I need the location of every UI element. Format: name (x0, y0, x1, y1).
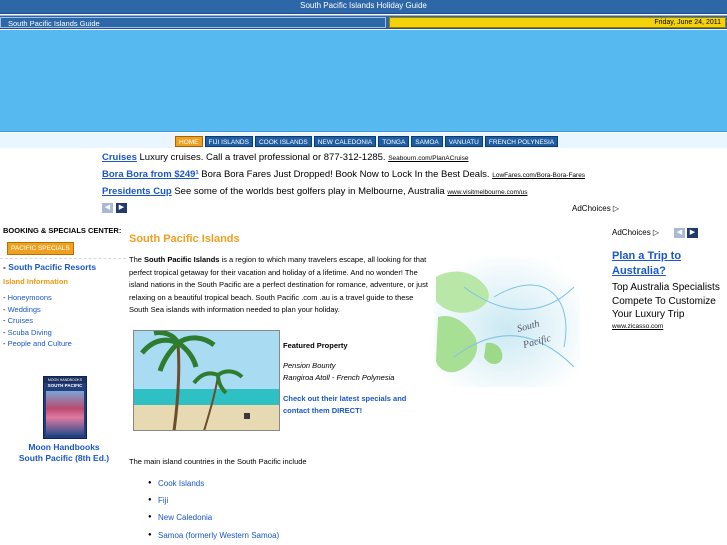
ad-text: Luxury cruises. Call a travel profession… (139, 152, 386, 163)
book-caption-link[interactable]: Moon Handbooks South Pacific (8th Ed.) (0, 442, 128, 464)
nav-samoa[interactable]: SAMOA (411, 136, 443, 147)
featured-property-title: Featured Property (283, 341, 348, 350)
book-cover-title: SOUTH PACIFIC (47, 383, 83, 388)
ad-line: Presidents Cup See some of the worlds be… (102, 185, 702, 202)
top-ad-arrows: ◀ ▶ (102, 203, 127, 213)
ad-url[interactable]: www.visitmelbourne.com/us (447, 189, 527, 196)
nav-cook-islands[interactable]: COOK ISLANDS (254, 136, 312, 147)
south-pacific-map: South Pacific (434, 257, 580, 387)
nav-french-polynesia[interactable]: FRENCH POLYNESIA (484, 136, 559, 147)
featured-property: Featured Property Pension Bounty Rangiro… (283, 340, 433, 417)
left-sidebar: BOOKING & SPECIALS CENTER: PACIFIC SPECI… (0, 226, 126, 463)
map-graphic: South Pacific (434, 257, 580, 387)
site-name: South Pacific Islands Guide (0, 17, 386, 28)
right-ad-arrows: ◀ ▶ (674, 228, 698, 238)
intro-paragraph: The South Pacific Islands is a region to… (129, 254, 429, 317)
date-display: Friday, June 24, 2011 (389, 17, 726, 28)
south-pacific-resorts-link[interactable]: - South Pacific Resorts (0, 262, 126, 272)
countries-intro: The main island countries in the South P… (129, 457, 307, 466)
island-info-links: - Honeymoons - Weddings - Cruises - Scub… (0, 292, 126, 350)
ad-url[interactable]: Seabourn.com/PlanACruise (388, 155, 468, 162)
ad-text: See some of the worlds best golfers play… (174, 186, 445, 197)
sidebar-item-weddings[interactable]: - Weddings (0, 304, 126, 316)
island-information-heading: Island Information (3, 277, 69, 286)
intro-pre: The (129, 255, 145, 264)
sub-header-bar: South Pacific Islands Guide Friday, June… (0, 15, 727, 29)
ad-line: Cruises Luxury cruises. Call a travel pr… (102, 151, 702, 168)
book-cover-image[interactable]: MOON HANDBOOKS SOUTH PACIFIC (43, 376, 87, 439)
top-title-bar: South Pacific Islands Holiday Guide (0, 0, 727, 14)
ad-line: Bora Bora from $249¹ Bora Bora Fares Jus… (102, 168, 702, 185)
right-next-arrow-icon[interactable]: ▶ (687, 228, 698, 238)
divider (0, 258, 126, 259)
ad-link-presidents-cup[interactable]: Presidents Cup (102, 186, 172, 197)
featured-property-photo[interactable] (133, 330, 280, 431)
right-ad-column: AdChoices ▷ ◀ ▶ Plan a Trip to Australia… (612, 228, 727, 330)
country-link-fiji[interactable]: Fiji (148, 495, 279, 512)
adchoices-icon: ▷ (612, 204, 620, 213)
ad-link-bora-bora[interactable]: Bora Bora from $249¹ (102, 169, 199, 180)
beach-palm-image (134, 331, 279, 430)
pacific-specials-button[interactable]: PACIFIC SPECIALS (7, 242, 74, 255)
nav-vanuatu[interactable]: VANUATU (444, 136, 483, 147)
main-nav: HOME FIJI ISLANDS COOK ISLANDS NEW CALED… (175, 136, 559, 147)
featured-property-cta-link[interactable]: Check out their latest specials and cont… (283, 393, 433, 417)
nav-new-caledonia[interactable]: NEW CALEDONIA (313, 136, 377, 147)
sidebar-item-people-culture[interactable]: - People and Culture (0, 338, 126, 350)
sidebar-item-honeymoons[interactable]: - Honeymoons (0, 292, 126, 304)
adchoices-label[interactable]: AdChoices ▷ (572, 204, 619, 213)
right-ad-title-link[interactable]: Plan a Trip to Australia? (612, 249, 727, 279)
country-link-new-caledonia[interactable]: New Caledonia (148, 512, 279, 529)
resorts-link-label: South Pacific Resorts (8, 262, 97, 272)
prev-arrow-icon[interactable]: ◀ (102, 203, 113, 213)
sidebar-item-cruises[interactable]: - Cruises (0, 315, 126, 327)
book-cover-photo (46, 391, 84, 435)
next-arrow-icon[interactable]: ▶ (116, 203, 127, 213)
ad-text: Bora Bora Fares Just Dropped! Book Now t… (201, 169, 490, 180)
featured-property-location: Rangiroa Atoll - French Polynesia (283, 373, 395, 382)
right-ad-body: Top Australia Specialists Compete To Cus… (612, 282, 720, 320)
intro-bold: South Pacific Islands (144, 255, 220, 264)
right-ad-url[interactable]: www.zicasso.com (612, 323, 727, 330)
book-caption-line1: Moon Handbooks (28, 442, 100, 452)
top-ad-block: Cruises Luxury cruises. Call a travel pr… (102, 151, 702, 202)
main-content: South Pacific Islands The South Pacific … (129, 233, 429, 317)
adchoices-right-icon: ▷ (652, 228, 660, 237)
ad-link-cruises[interactable]: Cruises (102, 152, 137, 163)
adchoices-right-text: AdChoices (612, 228, 651, 237)
nav-home[interactable]: HOME (175, 136, 203, 147)
nav-fiji-islands[interactable]: FIJI ISLANDS (204, 136, 253, 147)
featured-property-name: Pension Bounty (283, 361, 336, 370)
header-banner (0, 30, 727, 132)
adchoices-text: AdChoices (572, 204, 611, 213)
sidebar-item-scuba-diving[interactable]: - Scuba Diving (0, 327, 126, 339)
country-list: Cook Islands Fiji New Caledonia Samoa (f… (148, 478, 279, 545)
nav-tonga[interactable]: TONGA (378, 136, 410, 147)
adchoices-right[interactable]: AdChoices ▷ (612, 228, 727, 237)
booking-center-title: BOOKING & SPECIALS CENTER: (3, 226, 122, 235)
main-heading: South Pacific Islands (129, 233, 240, 245)
book-caption-line2: South Pacific (8th Ed.) (18, 453, 110, 463)
country-link-cook-islands[interactable]: Cook Islands (148, 478, 279, 495)
country-link-samoa[interactable]: Samoa (formerly Western Samoa) (148, 530, 279, 545)
right-prev-arrow-icon[interactable]: ◀ (674, 228, 685, 238)
ad-url[interactable]: LowFares.com/Bora-Bora-Fares (492, 172, 585, 179)
page-title: South Pacific Islands Holiday Guide (300, 1, 427, 10)
